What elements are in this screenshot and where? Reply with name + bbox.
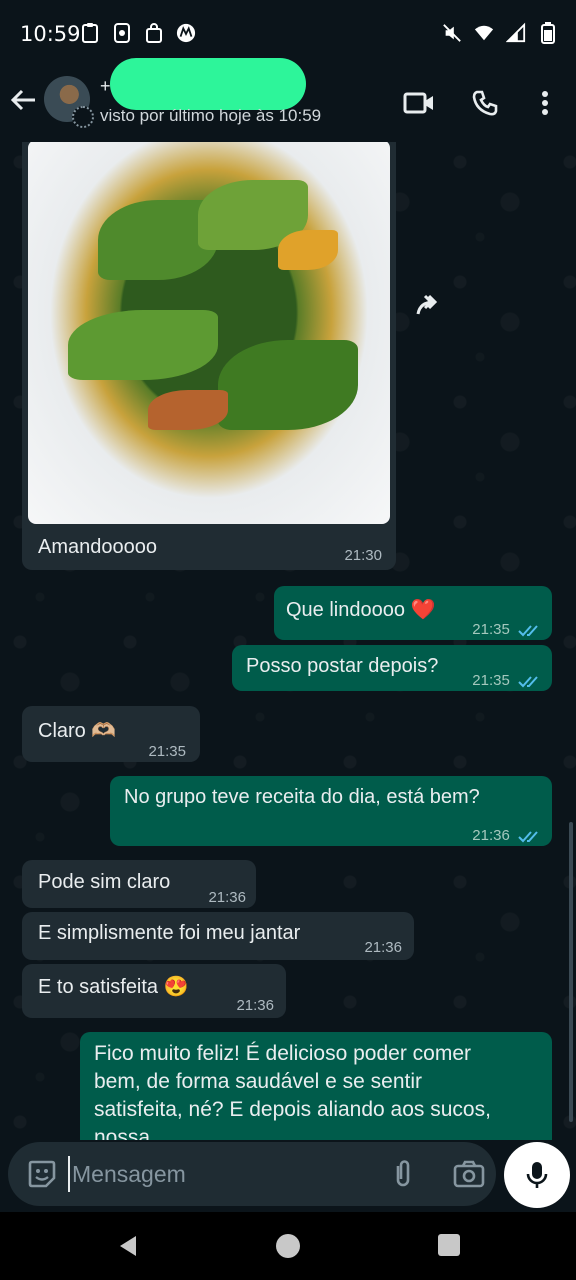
image-message-bubble[interactable]: Amandooooo 21:30 [22, 142, 396, 570]
salad-photo[interactable] [28, 142, 390, 524]
read-ticks-icon [518, 676, 538, 688]
nav-recents-icon[interactable] [438, 1234, 460, 1256]
message-meta: 21:35 [472, 667, 542, 694]
message-text: No grupo teve receita do dia, está bem? [124, 786, 480, 808]
message-bubble-incoming[interactable]: Pode sim claro 21:36 [22, 860, 256, 908]
status-icons-left [80, 22, 196, 44]
phone-icon [114, 23, 130, 43]
attach-clip-icon[interactable] [388, 1158, 418, 1190]
message-time: 21:36 [472, 827, 510, 844]
back-arrow-icon[interactable] [8, 84, 40, 116]
message-time: 21:36 [208, 889, 246, 906]
camera-icon[interactable] [452, 1158, 486, 1190]
message-bubble-outgoing[interactable]: Que lindoooo ❤️ 21:35 [274, 586, 552, 640]
mic-button[interactable] [504, 1142, 570, 1208]
chat-scrollbar[interactable] [569, 822, 573, 1122]
status-time: 10:59 [20, 22, 81, 46]
voice-call-button[interactable] [468, 86, 502, 120]
last-seen-status: visto por último hoje às 10:59 [100, 106, 322, 125]
chat-area[interactable]: Amandooooo 21:30 Que lindoooo ❤️ 21:35 P… [0, 142, 576, 1140]
message-bubble-incoming[interactable]: E to satisfeita 😍 21:36 [22, 964, 286, 1018]
mute-icon [443, 24, 461, 42]
message-time: 21:35 [472, 621, 510, 638]
message-bubble-incoming[interactable]: E simplismente foi meu jantar 21:36 [22, 912, 414, 960]
bag-icon [146, 23, 162, 43]
emoji-sticker-icon[interactable] [26, 1158, 58, 1190]
message-time: 21:36 [364, 939, 402, 956]
nav-home-icon[interactable] [276, 1234, 300, 1258]
message-text: E to satisfeita 😍 [38, 976, 189, 998]
video-call-button[interactable] [402, 86, 436, 120]
message-time: 21:35 [148, 743, 186, 760]
message-bubble-outgoing[interactable]: Fico muito feliz! É delicioso poder come… [80, 1032, 552, 1140]
nav-back-icon[interactable] [116, 1234, 140, 1258]
system-nav-bar [0, 1212, 576, 1280]
message-text: Que lindoooo ❤️ [286, 599, 436, 621]
status-ring-icon [72, 106, 94, 128]
image-caption: Amandooooo [38, 536, 157, 558]
battery-icon [541, 22, 555, 44]
status-icons-right [442, 22, 558, 44]
more-options-icon [542, 91, 548, 115]
signal-icon [506, 22, 526, 43]
mic-icon [526, 1162, 548, 1188]
motorola-icon [176, 23, 196, 43]
message-text: E simplismente foi meu jantar [38, 922, 301, 944]
message-time: 21:35 [472, 672, 510, 689]
composer-bar [0, 1140, 576, 1212]
clipboard-icon [82, 23, 98, 43]
message-text: Claro 🫶🏼 [38, 720, 117, 742]
message-meta: 21:36 [472, 822, 542, 849]
message-bubble-outgoing[interactable]: Posso postar depois? 21:35 [232, 645, 552, 691]
contact-name-redacted[interactable] [110, 58, 306, 110]
chat-header: + visto por último hoje às 10:59 [0, 58, 576, 142]
read-ticks-icon [518, 831, 538, 843]
message-text: Fico muito feliz! É delicioso poder come… [94, 1042, 491, 1140]
wifi-icon [474, 25, 494, 41]
voice-call-icon [472, 90, 498, 116]
message-bubble-incoming[interactable]: Claro 🫶🏼 21:35 [22, 706, 200, 762]
message-time: 21:36 [236, 997, 274, 1014]
contact-name-prefix[interactable]: + [100, 76, 111, 97]
composer-pill [8, 1142, 496, 1206]
message-bubble-outgoing[interactable]: No grupo teve receita do dia, está bem? … [110, 776, 552, 846]
message-time: 21:30 [344, 547, 382, 564]
message-meta: 21:35 [472, 616, 542, 643]
message-text: Pode sim claro [38, 871, 171, 893]
forward-icon[interactable] [412, 288, 448, 324]
video-call-icon [403, 92, 433, 114]
more-options-button[interactable] [528, 86, 562, 120]
message-text: Posso postar depois? [246, 655, 439, 677]
read-ticks-icon [518, 625, 538, 637]
message-input[interactable] [68, 1156, 368, 1192]
